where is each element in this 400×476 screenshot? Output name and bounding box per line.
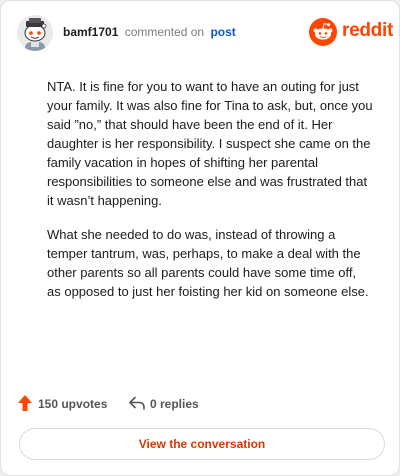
- reply-button[interactable]: 0 replies: [128, 393, 218, 415]
- reply-count: 0 replies: [150, 397, 199, 411]
- comment-header: bamf1701 commented on post reddit: [17, 15, 393, 51]
- snoo-avatar-icon: [17, 15, 53, 51]
- upvote-count: 150 upvotes: [38, 397, 108, 411]
- comment-meta: bamf1701 commented on post: [63, 25, 236, 39]
- user-avatar[interactable]: [17, 15, 53, 51]
- view-conversation-button[interactable]: View the conversation: [19, 428, 385, 460]
- comment-paragraph: NTA. It is fine for you to want to have …: [47, 79, 373, 208]
- post-link[interactable]: post: [210, 25, 235, 39]
- comment-body: NTA. It is fine for you to want to have …: [47, 77, 373, 316]
- reddit-brand[interactable]: reddit: [309, 18, 393, 46]
- comment-card: bamf1701 commented on post reddit NTA. I…: [0, 0, 400, 476]
- reply-arrow-icon: [129, 396, 145, 410]
- commented-on-label: commented on: [124, 25, 205, 39]
- reddit-logo-icon: [309, 18, 337, 46]
- reddit-wordmark: reddit: [342, 20, 393, 41]
- username[interactable]: bamf1701: [63, 25, 118, 39]
- upvote-arrow-icon: [18, 395, 32, 411]
- upvote-button[interactable]: 150 upvotes: [17, 393, 117, 415]
- comment-paragraph: What she needed to do was, instead of th…: [47, 227, 369, 299]
